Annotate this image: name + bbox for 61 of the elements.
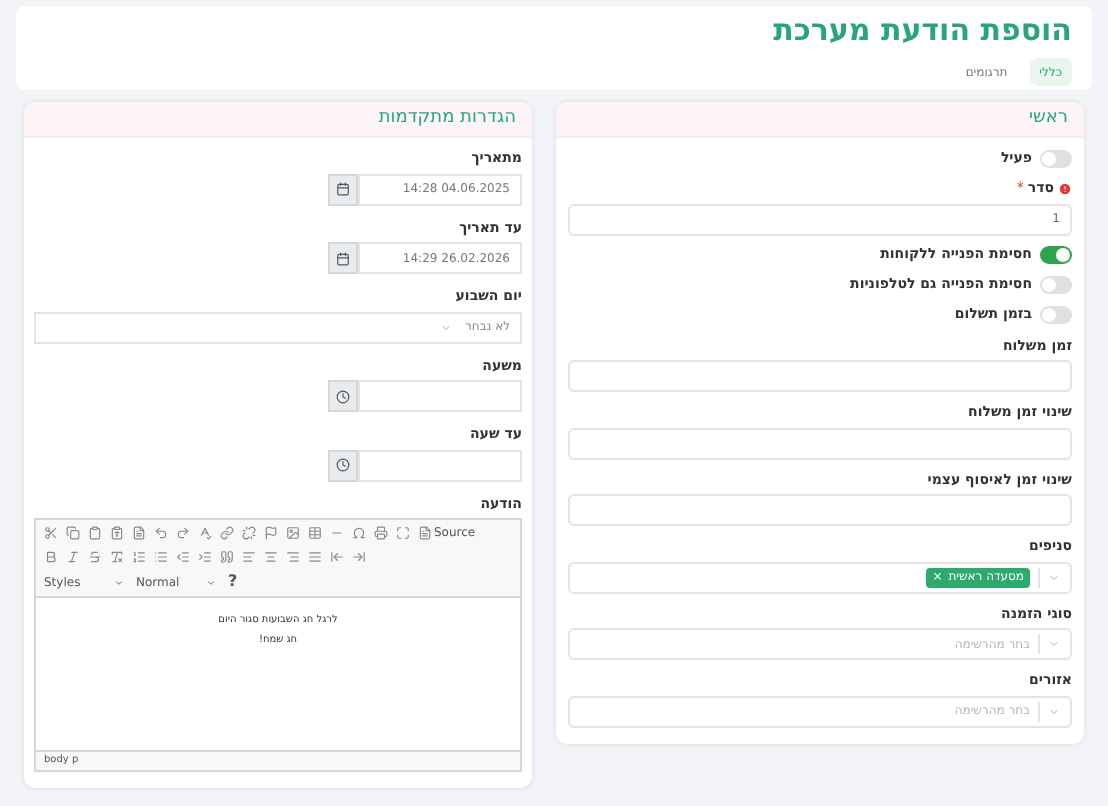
clipboard-icon[interactable] <box>88 526 102 540</box>
strikethrough-icon[interactable] <box>88 550 102 564</box>
text-field[interactable] <box>358 380 522 412</box>
bold-icon[interactable] <box>44 550 58 564</box>
chevron-icon <box>440 321 453 333</box>
card-title: ראשי <box>1029 105 1068 132</box>
chevron-icon <box>1048 571 1060 583</box>
chevron-icon <box>1048 705 1060 717</box>
toggle-switch[interactable] <box>1040 246 1072 264</box>
align-left-icon[interactable] <box>242 550 256 564</box>
align-justify-icon[interactable] <box>308 550 322 564</box>
required-icon <box>1058 181 1072 196</box>
align-right-icon[interactable] <box>286 550 300 564</box>
toggle-switch[interactable] <box>1040 276 1072 294</box>
clipboard-text-icon[interactable] <box>110 526 124 540</box>
calendar-button[interactable] <box>328 173 358 205</box>
chevron-icon <box>114 577 124 587</box>
spellcheck-icon[interactable] <box>198 526 212 540</box>
toggle-switch[interactable] <box>1040 149 1072 167</box>
text-field[interactable] <box>568 427 1072 459</box>
printer-icon[interactable] <box>374 526 388 540</box>
unlink-icon[interactable] <box>242 526 256 540</box>
text-field[interactable] <box>568 494 1072 526</box>
horizontal-line-icon[interactable] <box>330 526 344 540</box>
bullet-list-icon[interactable] <box>154 550 168 564</box>
clock-button[interactable] <box>328 449 358 481</box>
remove-format-icon[interactable] <box>110 550 124 564</box>
document-icon <box>418 526 432 540</box>
image-icon[interactable] <box>286 526 300 540</box>
calendar-icon <box>336 182 350 196</box>
toggle-switch[interactable] <box>1040 306 1072 324</box>
cut-icon[interactable] <box>44 526 58 540</box>
document-icon[interactable] <box>132 526 146 540</box>
calendar-button[interactable] <box>328 242 358 274</box>
calendar-icon <box>336 251 350 265</box>
omega-icon[interactable] <box>352 526 366 540</box>
link-icon[interactable] <box>220 526 234 540</box>
chevron-icon <box>1048 638 1060 650</box>
table-icon[interactable] <box>308 526 322 540</box>
text-field[interactable] <box>568 360 1072 392</box>
text-field[interactable] <box>358 449 522 481</box>
help-button[interactable]: ? <box>228 570 238 594</box>
numbered-list-icon[interactable] <box>132 550 146 564</box>
indent-icon[interactable] <box>198 550 212 564</box>
undo-icon[interactable] <box>154 526 168 540</box>
italic-icon[interactable] <box>66 550 80 564</box>
flag-icon[interactable] <box>264 526 278 540</box>
card-title: הגדרות מתקדמות <box>378 105 516 132</box>
page-title: הוספת הודעת מערכת <box>771 10 1072 50</box>
clock-icon <box>336 458 350 472</box>
redo-icon[interactable] <box>176 526 190 540</box>
clock-icon <box>336 389 350 403</box>
ltr-icon[interactable] <box>330 550 344 564</box>
clock-button[interactable] <box>328 380 358 412</box>
rtl-icon[interactable] <box>352 550 366 564</box>
maximize-icon[interactable] <box>396 526 410 540</box>
quote-icon[interactable] <box>220 550 234 564</box>
outdent-icon[interactable] <box>176 550 190 564</box>
copy-icon[interactable] <box>66 526 80 540</box>
chevron-icon <box>206 577 216 587</box>
align-center-icon[interactable] <box>264 550 278 564</box>
